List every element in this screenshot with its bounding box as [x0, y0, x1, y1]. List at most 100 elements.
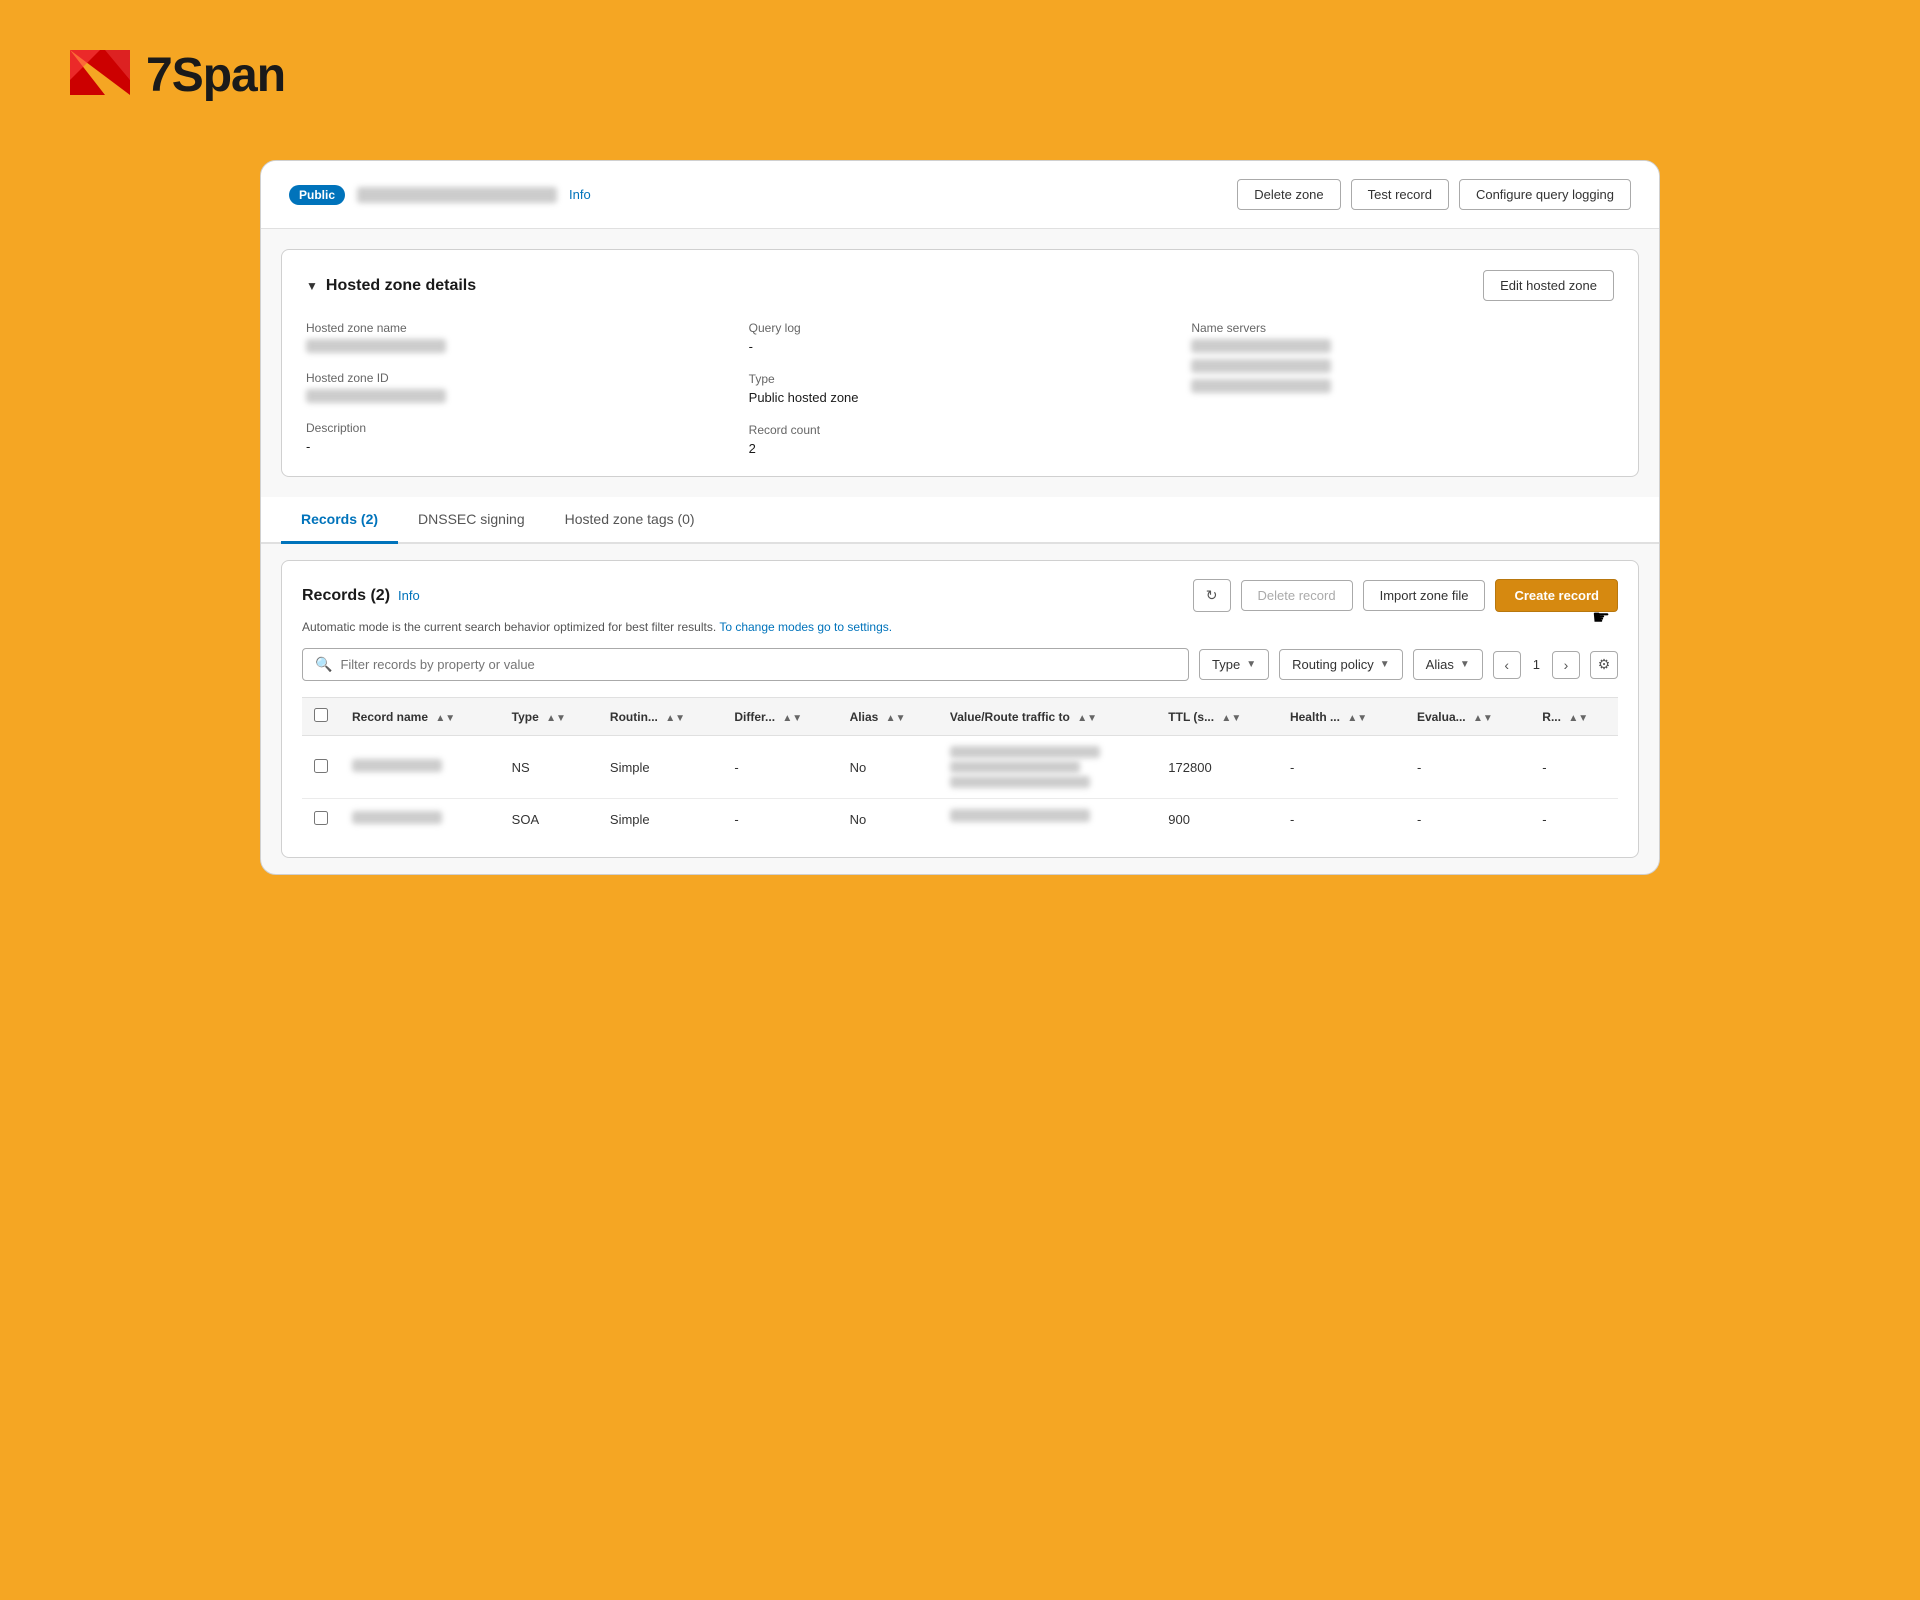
- select-all-checkbox[interactable]: [314, 708, 328, 722]
- row1-val2: [950, 761, 1080, 773]
- settings-button[interactable]: ⚙: [1590, 651, 1618, 679]
- records-table: Record name ▲▼ Type ▲▼ Routin... ▲▼ Diff…: [302, 697, 1618, 839]
- search-icon: 🔍: [315, 656, 332, 673]
- col-record-name-label: Record name: [352, 710, 428, 724]
- info-link[interactable]: Info: [569, 187, 591, 202]
- section-title-row: ▼ Hosted zone details Edit hosted zone: [306, 270, 1614, 301]
- col-type-label: Type: [512, 710, 539, 724]
- next-page-button[interactable]: ›: [1552, 651, 1580, 679]
- row2-checkbox[interactable]: [314, 811, 328, 825]
- top-bar: 7Span: [0, 0, 1920, 140]
- prev-page-button[interactable]: ‹: [1493, 651, 1521, 679]
- sort-evaluate-icon: ▲▼: [1473, 713, 1493, 724]
- row1-differ: -: [722, 736, 837, 799]
- type-filter-dropdown[interactable]: Type ▼: [1199, 649, 1269, 680]
- edit-hosted-zone-button[interactable]: Edit hosted zone: [1483, 270, 1614, 301]
- routing-filter-caret: ▼: [1380, 659, 1390, 670]
- routing-filter-dropdown[interactable]: Routing policy ▼: [1279, 649, 1403, 680]
- details-col-3: Name servers: [1191, 321, 1614, 456]
- row1-name-blurred: [352, 759, 442, 772]
- cursor-hand-icon: ☛: [1592, 605, 1610, 630]
- col-type: Type ▲▼: [500, 698, 598, 736]
- col-ttl: TTL (s... ▲▼: [1156, 698, 1278, 736]
- hosted-zone-id-value-blurred: [306, 389, 446, 403]
- gear-icon: ⚙: [1598, 656, 1611, 673]
- tab-dnssec[interactable]: DNSSEC signing: [398, 497, 545, 544]
- delete-record-button[interactable]: Delete record: [1241, 580, 1353, 611]
- sort-type-icon: ▲▼: [546, 713, 566, 724]
- refresh-button[interactable]: ↻: [1193, 579, 1231, 612]
- row1-value: [938, 736, 1156, 799]
- row2-ttl: 900: [1156, 799, 1278, 840]
- logo-icon: [60, 40, 130, 110]
- col-ttl-label: TTL (s...: [1168, 710, 1214, 724]
- page-number: 1: [1529, 657, 1544, 672]
- hosted-zone-details: ▼ Hosted zone details Edit hosted zone H…: [281, 249, 1639, 477]
- row2-val-blurred: [950, 809, 1090, 822]
- row1-routing-value: Simple: [610, 760, 650, 775]
- logo-text: 7Span: [146, 48, 285, 103]
- description-value: -: [306, 439, 729, 454]
- alias-filter-dropdown[interactable]: Alias ▼: [1413, 649, 1483, 680]
- col-value-label: Value/Route traffic to: [950, 710, 1070, 724]
- details-col-1: Hosted zone name Hosted zone ID Descript…: [306, 321, 729, 456]
- type-field: Type Public hosted zone: [749, 372, 1172, 405]
- test-record-button[interactable]: Test record: [1351, 179, 1449, 210]
- col-health: Health ... ▲▼: [1278, 698, 1405, 736]
- record-count-value: 2: [749, 441, 1172, 456]
- public-badge: Public: [289, 185, 345, 205]
- hosted-zone-name-value-blurred: [306, 339, 446, 353]
- records-section: Records (2) Info ↻ Delete record Import …: [281, 560, 1639, 858]
- auto-mode-description: Automatic mode is the current search beh…: [302, 620, 716, 634]
- row1-evaluate: -: [1405, 736, 1530, 799]
- records-info-link[interactable]: Info: [398, 588, 420, 603]
- create-record-wrapper: Create record ☛: [1495, 579, 1618, 612]
- row1-ttl: 172800: [1156, 736, 1278, 799]
- sort-record-name-icon: ▲▼: [435, 713, 455, 724]
- logo-container: 7Span: [60, 40, 285, 110]
- type-filter-caret: ▼: [1246, 659, 1256, 670]
- type-filter-label: Type: [1212, 657, 1240, 672]
- alias-filter-label: Alias: [1426, 657, 1454, 672]
- description-label: Description: [306, 421, 729, 435]
- col-evaluate-label: Evalua...: [1417, 710, 1466, 724]
- sort-r-icon: ▲▼: [1568, 713, 1588, 724]
- search-input[interactable]: [340, 657, 1176, 672]
- import-zone-button[interactable]: Import zone file: [1363, 580, 1486, 611]
- row1-health: -: [1278, 736, 1405, 799]
- type-label: Type: [749, 372, 1172, 386]
- row1-checkbox[interactable]: [314, 759, 328, 773]
- hosted-zone-name-field: Hosted zone name: [306, 321, 729, 353]
- query-log-field: Query log -: [749, 321, 1172, 354]
- type-value: Public hosted zone: [749, 390, 1172, 405]
- name-servers-label: Name servers: [1191, 321, 1614, 335]
- details-col-2: Query log - Type Public hosted zone Reco…: [749, 321, 1172, 456]
- change-modes-link[interactable]: To change modes go to settings.: [719, 620, 892, 634]
- row2-type-value: SOA: [512, 812, 539, 827]
- row1-type: NS: [500, 736, 598, 799]
- header-checkbox-col: [302, 698, 340, 736]
- ns2-value: [1191, 359, 1331, 373]
- sort-alias-icon: ▲▼: [886, 713, 906, 724]
- col-alias: Alias ▲▼: [838, 698, 938, 736]
- query-log-label: Query log: [749, 321, 1172, 335]
- tab-tags[interactable]: Hosted zone tags (0): [545, 497, 715, 544]
- sort-ttl-icon: ▲▼: [1221, 713, 1241, 724]
- row2-health: -: [1278, 799, 1405, 840]
- row1-alias: No: [838, 736, 938, 799]
- sort-health-icon: ▲▼: [1347, 713, 1367, 724]
- tab-records[interactable]: Records (2): [281, 497, 398, 544]
- filter-bar: 🔍 Type ▼ Routing policy ▼ Alias ▼ ‹ 1 ›: [302, 648, 1618, 681]
- section-title: ▼ Hosted zone details: [306, 277, 476, 295]
- record-count-label: Record count: [749, 423, 1172, 437]
- configure-query-logging-button[interactable]: Configure query logging: [1459, 179, 1631, 210]
- row2-record-name: [340, 799, 500, 840]
- record-count-field: Record count 2: [749, 423, 1172, 456]
- delete-zone-button[interactable]: Delete zone: [1237, 179, 1340, 210]
- row2-checkbox-cell: [302, 799, 340, 840]
- col-differ-label: Differ...: [734, 710, 775, 724]
- col-routing-label: Routin...: [610, 710, 658, 724]
- auto-mode-text: Automatic mode is the current search beh…: [302, 620, 1618, 634]
- table-row: SOA Simple - No 900 - - -: [302, 799, 1618, 840]
- row1-value-cell: [950, 746, 1144, 788]
